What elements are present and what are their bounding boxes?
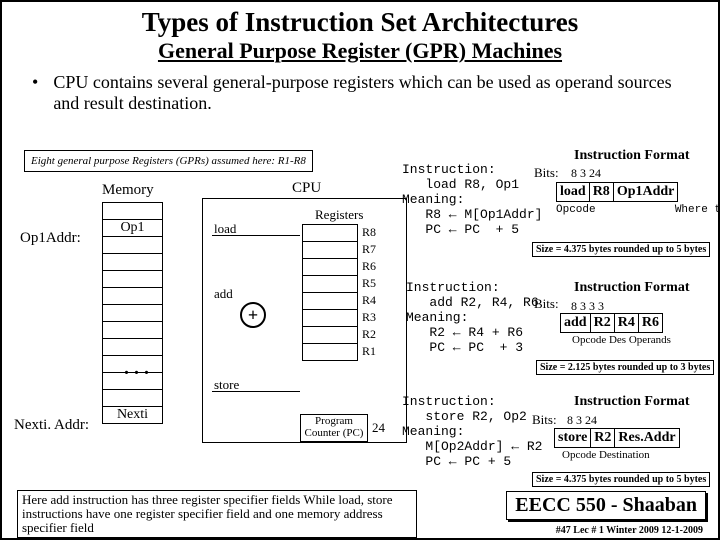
instr2-r6: R6: [638, 314, 662, 333]
reg-r3: R3: [362, 309, 376, 326]
adder-icon: +: [240, 302, 266, 328]
addr-nexti-label: Nexti. Addr:: [14, 417, 89, 434]
addr-op1-label: Op1Addr:: [20, 230, 81, 247]
instr1-reg: R8: [589, 183, 613, 202]
op-add-label: add: [214, 286, 233, 302]
instr3-opcode: store: [555, 429, 591, 448]
bullet-text: CPU contains several general-purpose reg…: [53, 72, 688, 114]
reg-r4: R4: [362, 292, 376, 309]
course-badge: EECC 550 - Shaaban: [506, 491, 706, 520]
instr1-size-note: Size = 4.375 bytes rounded up to 5 bytes: [532, 242, 710, 257]
instr3-size-note: Size = 4.375 bytes rounded up to 5 bytes: [532, 472, 710, 487]
instr1-format-title: Instruction Format: [574, 148, 690, 164]
mem-cell-nexti: Nexti: [103, 407, 163, 424]
instr2-bits: 8 3 3 3: [571, 299, 604, 314]
instr2-format-title: Instruction Format: [574, 280, 690, 296]
reg-r8: R8: [362, 224, 376, 241]
reg-r2: R2: [362, 326, 376, 343]
program-counter-box: Program Counter (PC): [300, 414, 368, 442]
reg-r7: R7: [362, 241, 376, 258]
instr2-format-table: add R2 R4 R6: [560, 313, 663, 333]
load-line: [212, 235, 300, 236]
instr3-reg: R2: [591, 429, 615, 448]
gpr-assumption-note: Eight general purpose Registers (GPRs) a…: [24, 150, 313, 172]
instr2-r2: R2: [590, 314, 614, 333]
instr1-format-table: load R8 Op1Addr: [556, 182, 678, 202]
instr2-size-note: Size = 2.125 bytes rounded up to 3 bytes: [536, 360, 714, 375]
bullet-main: • CPU contains several general-purpose r…: [32, 72, 688, 114]
instr1-sublabels: Opcode Where to find operand1: [556, 204, 720, 228]
reg-r1: R1: [362, 343, 376, 360]
instr2-opcode: add: [561, 314, 591, 333]
instr3-format-title: Instruction Format: [574, 394, 690, 410]
instr1-opcode: load: [557, 183, 590, 202]
instr1-addr: Op1Addr: [613, 183, 678, 202]
bullet-dot: •: [32, 72, 38, 114]
instr3-format-table: store R2 Res.Addr: [554, 428, 680, 448]
instr3-body: Instruction: store R2, Op2 Meaning: M[Op…: [402, 394, 542, 469]
page-title: Types of Instruction Set Architectures: [2, 7, 718, 38]
instr3-addr: Res.Addr: [615, 429, 679, 448]
instr2-sublabels: Opcode Des Operands: [572, 334, 671, 346]
instr3-bits: 8 3 24: [567, 413, 597, 428]
register-names: R8 R7 R6 R5 R4 R3 R2 R1: [362, 224, 376, 360]
instr2-body: Instruction: add R2, R4, R6 Meaning: R2 …: [406, 280, 539, 355]
reg-r5: R5: [362, 275, 376, 292]
mem-cell-op1: Op1: [103, 220, 163, 237]
instr3-sublabels: Opcode Destination: [562, 449, 650, 461]
memory-table: Op1 Nexti: [102, 202, 163, 424]
footer-note: Here add instruction has three register …: [17, 490, 417, 538]
instr1-body: Instruction: load R8, Op1 Meaning: R8 ← …: [402, 162, 542, 237]
memory-label: Memory: [102, 182, 154, 199]
lecture-info: #47 Lec # 1 Winter 2009 12-1-2009: [556, 525, 703, 536]
instr1-bits: 8 3 24: [571, 166, 601, 181]
pc-bitwidth: 24: [372, 420, 385, 436]
reg-r6: R6: [362, 258, 376, 275]
registers-table: [302, 224, 358, 361]
cpu-label: CPU: [292, 180, 321, 197]
store-line: [212, 391, 300, 392]
registers-label: Registers: [315, 207, 363, 223]
instr2-r4: R4: [614, 314, 638, 333]
memory-ellipsis: . . .: [124, 357, 149, 380]
page-subtitle: General Purpose Register (GPR) Machines: [2, 38, 718, 64]
